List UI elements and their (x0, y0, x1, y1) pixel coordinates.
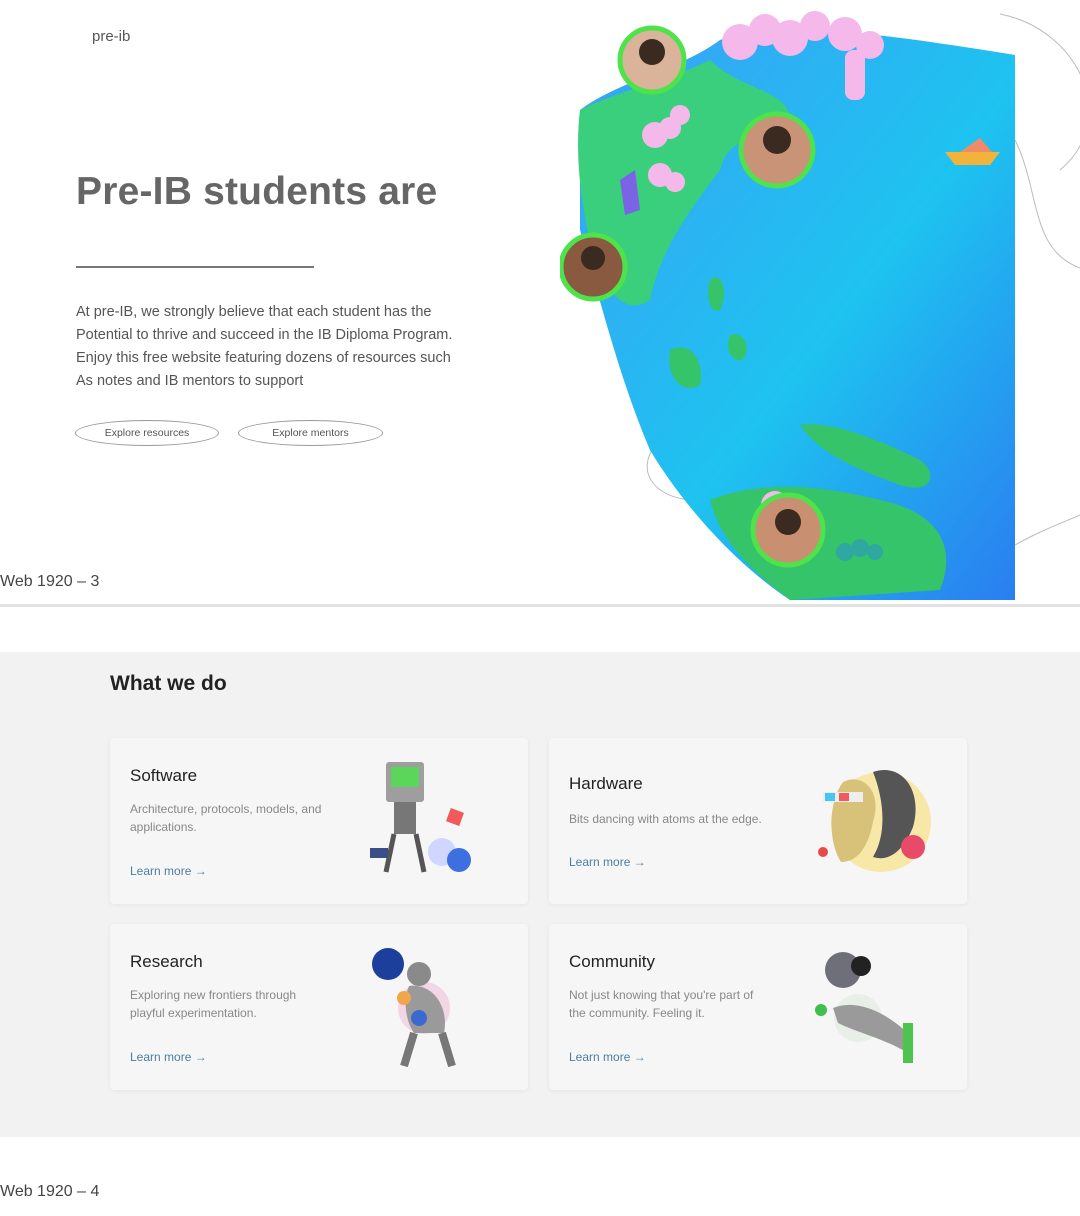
hero-line: As notes and IB mentors to support (76, 373, 304, 389)
hero-line: Enjoy this free website featuring dozens… (76, 350, 451, 366)
card-hardware[interactable]: Hardware Bits dancing with atoms at the … (549, 738, 967, 904)
card-title: Software (130, 766, 198, 785)
card-title: Community (569, 952, 655, 971)
card-desc-line: Bits dancing with atoms at the edge. (569, 812, 762, 826)
learn-more-link[interactable]: Learn more → (130, 864, 207, 878)
what-we-do-frame: What we do Software Architecture, protoc… (0, 652, 1080, 1137)
brand-logo[interactable]: pre-ib (92, 28, 130, 45)
retro-computer-icon (370, 762, 471, 873)
learn-more-link[interactable]: Learn more → (569, 855, 646, 869)
arrow-right-icon: → (194, 1050, 207, 1064)
frame-divider (0, 604, 1080, 607)
learn-more-label: Learn more (130, 1050, 192, 1064)
thinker-statue-icon (372, 948, 456, 1068)
3d-glasses-heads-icon (818, 770, 931, 872)
hero-title: Pre-IB students are (76, 170, 438, 213)
card-research[interactable]: Research Exploring new frontiers through… (110, 924, 528, 1090)
arrow-right-icon: → (633, 855, 646, 869)
section-title: What we do (110, 672, 227, 695)
hero-divider (76, 266, 314, 268)
card-community[interactable]: Community Not just knowing that you're p… (549, 924, 967, 1090)
card-description: Exploring new frontiers through playful … (130, 986, 360, 1022)
card-desc-line: playful experimentation. (130, 1006, 257, 1020)
learn-more-label: Learn more (569, 855, 631, 869)
card-description: Not just knowing that you're part of the… (569, 986, 799, 1022)
learn-more-link[interactable]: Learn more → (130, 1050, 207, 1064)
hand-holding-planet-icon (815, 952, 913, 1063)
learn-more-label: Learn more (130, 864, 192, 878)
globe-illustration (560, 11, 1080, 601)
card-desc-line: Exploring new frontiers through (130, 988, 297, 1002)
frame-label: Web 1920 – 3 (0, 573, 100, 590)
hero-frame: pre-ib Pre-IB students are At pre-IB, we… (0, 0, 1080, 606)
explore-mentors-button[interactable]: Explore mentors (238, 420, 383, 446)
hero-line: Potential to thrive and succeed in the I… (76, 327, 453, 343)
arrow-right-icon: → (633, 1050, 646, 1064)
card-title: Research (130, 952, 203, 971)
card-desc-line: Architecture, protocols, models, and (130, 802, 322, 816)
card-desc-line: applications. (130, 820, 197, 834)
card-desc-line: Not just knowing that you're part of (569, 988, 754, 1002)
card-title: Hardware (569, 774, 643, 793)
card-software[interactable]: Software Architecture, protocols, models… (110, 738, 528, 904)
card-description: Architecture, protocols, models, and app… (130, 800, 360, 836)
explore-resources-button[interactable]: Explore resources (75, 420, 219, 446)
frame-label: Web 1920 – 4 (0, 1183, 100, 1200)
hero-line: At pre-IB, we strongly believe that each… (76, 304, 432, 320)
learn-more-link[interactable]: Learn more → (569, 1050, 646, 1064)
hero-description: At pre-IB, we strongly believe that each… (76, 301, 506, 393)
learn-more-label: Learn more (569, 1050, 631, 1064)
card-desc-line: the community. Feeling it. (569, 1006, 705, 1020)
card-description: Bits dancing with atoms at the edge. (569, 810, 809, 828)
arrow-right-icon: → (194, 864, 207, 878)
